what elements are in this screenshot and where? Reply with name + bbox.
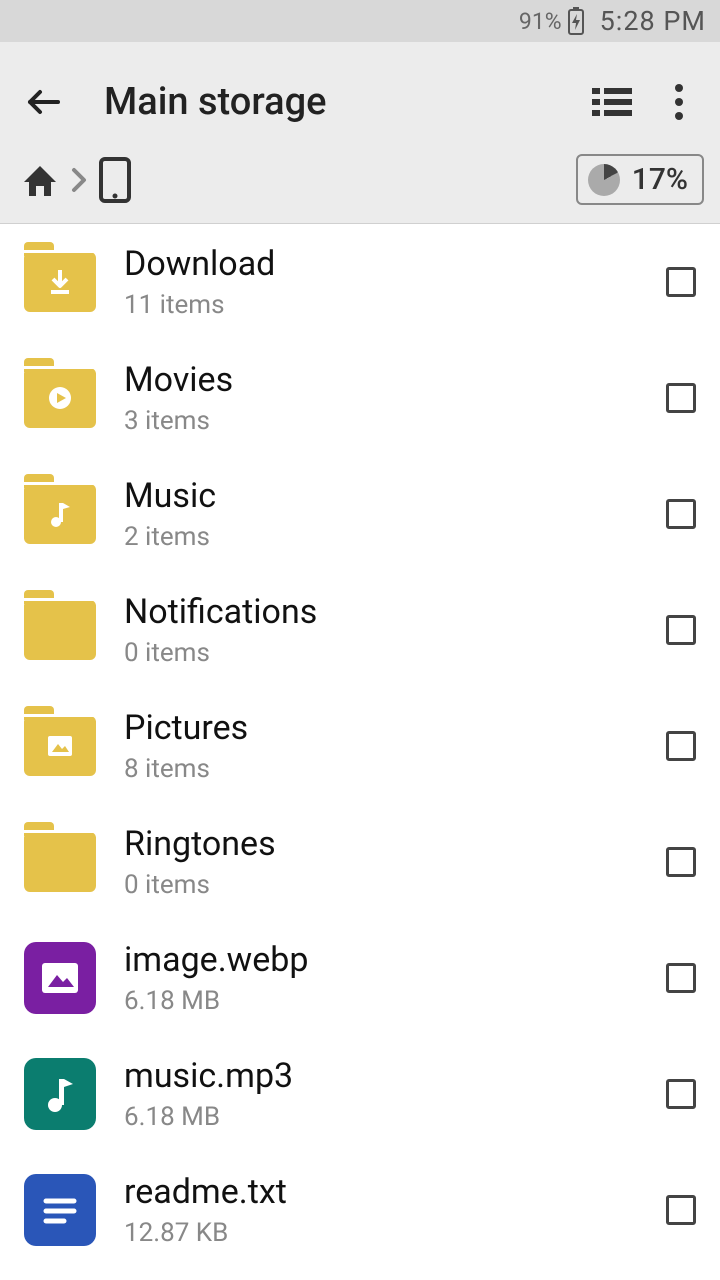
page-title: Main storage xyxy=(104,80,592,124)
file-sub: 0 items xyxy=(124,638,638,668)
list-item[interactable]: readme.txt 12.87 KB xyxy=(0,1152,720,1268)
file-name: Movies xyxy=(124,360,638,400)
pie-chart-icon xyxy=(588,164,620,196)
list-item[interactable]: Ringtones 0 items xyxy=(0,804,720,920)
folder-icon xyxy=(24,826,96,898)
app-header: Main storage xyxy=(0,42,720,136)
home-icon[interactable] xyxy=(20,160,60,200)
storage-percent: 17% xyxy=(632,162,688,197)
list-item[interactable]: Music 2 items xyxy=(0,456,720,572)
list-item[interactable]: music.mp3 6.18 MB xyxy=(0,1036,720,1152)
file-sub: 0 items xyxy=(124,870,638,900)
header-actions xyxy=(592,83,700,121)
select-checkbox[interactable] xyxy=(666,499,696,529)
storage-usage-badge[interactable]: 17% xyxy=(576,154,704,205)
list-item[interactable]: Pictures 8 items xyxy=(0,688,720,804)
file-name: Download xyxy=(124,244,638,284)
select-checkbox[interactable] xyxy=(666,731,696,761)
file-name: music.mp3 xyxy=(124,1056,638,1096)
breadcrumb: 17% xyxy=(0,136,720,224)
view-list-icon[interactable] xyxy=(592,86,632,118)
file-sub: 6.18 MB xyxy=(124,986,638,1016)
status-time: 5:28 PM xyxy=(600,5,706,37)
back-button[interactable] xyxy=(20,78,68,126)
text-file-icon xyxy=(24,1174,96,1246)
file-name: Music xyxy=(124,476,638,516)
select-checkbox[interactable] xyxy=(666,615,696,645)
image-file-icon xyxy=(24,942,96,1014)
select-checkbox[interactable] xyxy=(666,1195,696,1225)
battery-percent: 91% xyxy=(519,8,562,35)
select-checkbox[interactable] xyxy=(666,963,696,993)
folder-download-icon xyxy=(24,246,96,318)
select-checkbox[interactable] xyxy=(666,1079,696,1109)
list-item[interactable]: image.webp 6.18 MB xyxy=(0,920,720,1036)
folder-music-icon xyxy=(24,478,96,550)
list-item[interactable]: Movies 3 items xyxy=(0,340,720,456)
battery-charging-icon xyxy=(566,7,586,35)
folder-icon xyxy=(24,594,96,666)
more-options-icon[interactable] xyxy=(674,83,684,121)
file-name: Pictures xyxy=(124,708,638,748)
device-icon[interactable] xyxy=(98,157,132,203)
folder-pictures-icon xyxy=(24,710,96,782)
file-sub: 12.87 KB xyxy=(124,1218,638,1248)
select-checkbox[interactable] xyxy=(666,383,696,413)
folder-movies-icon xyxy=(24,362,96,434)
file-sub: 6.18 MB xyxy=(124,1102,638,1132)
list-item[interactable]: Notifications 0 items xyxy=(0,572,720,688)
file-name: image.webp xyxy=(124,940,638,980)
file-sub: 3 items xyxy=(124,406,638,436)
select-checkbox[interactable] xyxy=(666,267,696,297)
file-name: readme.txt xyxy=(124,1172,638,1212)
file-name: Notifications xyxy=(124,592,638,632)
file-sub: 2 items xyxy=(124,522,638,552)
select-checkbox[interactable] xyxy=(666,847,696,877)
file-list: Download 11 items Movies 3 items Music 2… xyxy=(0,224,720,1268)
status-bar: 91% 5:28 PM xyxy=(0,0,720,42)
audio-file-icon xyxy=(24,1058,96,1130)
file-sub: 11 items xyxy=(124,290,638,320)
chevron-right-icon xyxy=(70,166,88,194)
file-name: Ringtones xyxy=(124,824,638,864)
file-sub: 8 items xyxy=(124,754,638,784)
list-item[interactable]: Download 11 items xyxy=(0,224,720,340)
